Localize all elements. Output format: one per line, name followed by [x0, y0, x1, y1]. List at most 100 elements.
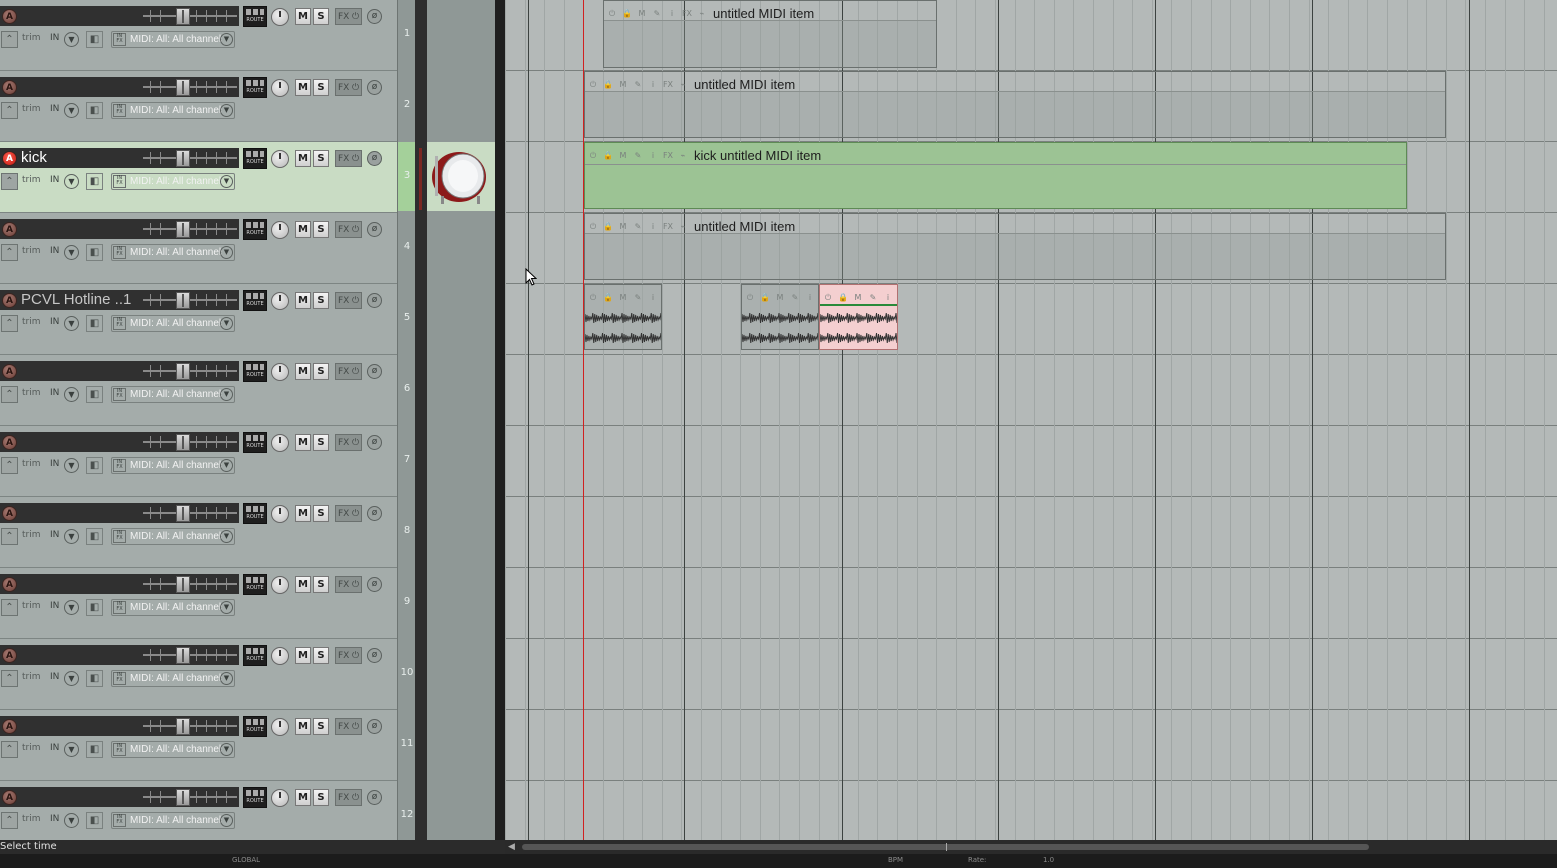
input-dropdown-icon[interactable]: ▼: [64, 600, 79, 615]
track-panel[interactable]: A ROUTE M S FX ⏻ ø ⌃ trim IN ▼ ◧ IN FX MI…: [0, 710, 397, 781]
record-arm-button[interactable]: A: [2, 222, 17, 237]
track-panel[interactable]: A ROUTE M S FX ⏻ ø ⌃ trim IN ▼ ◧ IN FX MI…: [0, 426, 397, 497]
item-info-icon[interactable]: i: [647, 79, 659, 91]
phase-invert-icon[interactable]: ø: [367, 648, 382, 663]
fx-button[interactable]: FX ⏻: [335, 221, 362, 238]
input-dropdown-icon[interactable]: ▼: [64, 529, 79, 544]
volume-fader-handle[interactable]: [176, 647, 190, 664]
lock-icon[interactable]: 🔒: [602, 150, 614, 162]
item-mute-icon[interactable]: M: [774, 292, 786, 304]
chevron-down-icon[interactable]: ▼: [220, 175, 233, 188]
automation-mode-label[interactable]: trim: [22, 672, 41, 682]
solo-button[interactable]: S: [313, 576, 329, 593]
item-power-icon[interactable]: ⏻: [587, 150, 599, 162]
record-input-select[interactable]: IN FX MIDI: All: All channels ▼: [111, 31, 235, 48]
audio-item[interactable]: ⏻ 🔒 M ✎ i: [741, 284, 819, 350]
record-arm-button[interactable]: A: [2, 577, 17, 592]
lock-icon[interactable]: 🔒: [602, 292, 614, 304]
monitor-icon[interactable]: ◧: [86, 812, 103, 829]
fx-button[interactable]: FX ⏻: [335, 79, 362, 96]
monitor-icon[interactable]: ◧: [86, 244, 103, 261]
record-input-select[interactable]: IN FX MIDI: All: All channels ▼: [111, 102, 235, 119]
automation-mode-label[interactable]: trim: [22, 388, 41, 398]
envelope-icon[interactable]: ⌃: [1, 244, 18, 261]
volume-fader-handle[interactable]: [176, 363, 190, 380]
track-panel[interactable]: A ROUTE M S FX ⏻ ø ⌃ trim IN ▼ ◧ IN FX MI…: [0, 568, 397, 639]
envelope-icon[interactable]: ⌃: [1, 315, 18, 332]
record-arm-button[interactable]: A: [2, 364, 17, 379]
item-power-icon[interactable]: ⏻: [587, 79, 599, 91]
input-dropdown-icon[interactable]: ▼: [64, 458, 79, 473]
pan-knob[interactable]: [271, 505, 289, 523]
envelope-icon[interactable]: ⌃: [1, 386, 18, 403]
item-fx-icon[interactable]: FX: [662, 79, 674, 91]
item-mute-icon[interactable]: M: [617, 79, 629, 91]
mute-button[interactable]: M: [295, 363, 311, 380]
record-input-select[interactable]: IN FX MIDI: All: All channels ▼: [111, 386, 235, 403]
monitor-icon[interactable]: ◧: [86, 31, 103, 48]
solo-button[interactable]: S: [313, 505, 329, 522]
input-dropdown-icon[interactable]: ▼: [64, 316, 79, 331]
monitor-icon[interactable]: ◧: [86, 599, 103, 616]
volume-fader-handle[interactable]: [176, 8, 190, 25]
monitor-icon[interactable]: ◧: [86, 528, 103, 545]
item-power-icon[interactable]: ⏻: [744, 292, 756, 304]
volume-fader-track[interactable]: [143, 15, 237, 17]
volume-fader-handle[interactable]: [176, 718, 190, 735]
fx-button[interactable]: FX ⏻: [335, 718, 362, 735]
fx-bypass-icon[interactable]: ⏻: [352, 10, 359, 24]
item-power-icon[interactable]: ⏻: [822, 292, 834, 304]
fx-bypass-icon[interactable]: ⏻: [352, 81, 359, 95]
input-fx-icon[interactable]: IN FX: [113, 672, 126, 685]
input-dropdown-icon[interactable]: ▼: [64, 387, 79, 402]
mute-button[interactable]: M: [295, 79, 311, 96]
phase-invert-icon[interactable]: ø: [367, 364, 382, 379]
fx-button[interactable]: FX ⏻: [335, 434, 362, 451]
item-info-icon[interactable]: i: [647, 150, 659, 162]
volume-fader-track[interactable]: [143, 512, 237, 514]
item-info-icon[interactable]: i: [804, 292, 816, 304]
route-button[interactable]: ROUTE: [243, 219, 267, 240]
phase-invert-icon[interactable]: ø: [367, 790, 382, 805]
track-name[interactable]: kick: [21, 149, 141, 167]
automation-mode-label[interactable]: trim: [22, 317, 41, 327]
midi-item[interactable]: ⏻ 🔒 M ✎ i FX ⌁ untitled MIDI item: [584, 213, 1446, 280]
record-input-select[interactable]: IN FX MIDI: All: All channels ▼: [111, 528, 235, 545]
track-panel[interactable]: A ROUTE M S FX ⏻ ø ⌃ trim IN ▼ ◧ IN FX MI…: [0, 497, 397, 568]
track-name[interactable]: PCVL Hotline ..1: [21, 291, 141, 309]
solo-button[interactable]: S: [313, 363, 329, 380]
input-fx-icon[interactable]: IN FX: [113, 814, 126, 827]
pan-knob[interactable]: [271, 718, 289, 736]
solo-button[interactable]: S: [313, 789, 329, 806]
item-power-icon[interactable]: ⏻: [587, 292, 599, 304]
fx-button[interactable]: FX ⏻: [335, 363, 362, 380]
automation-mode-label[interactable]: trim: [22, 814, 41, 824]
fx-bypass-icon[interactable]: ⏻: [352, 152, 359, 166]
envelope-icon[interactable]: ⌃: [1, 528, 18, 545]
route-button[interactable]: ROUTE: [243, 574, 267, 595]
phase-invert-icon[interactable]: ø: [367, 577, 382, 592]
automation-mode-label[interactable]: trim: [22, 104, 41, 114]
item-info-icon[interactable]: i: [647, 221, 659, 233]
envelope-icon[interactable]: ⌁: [696, 8, 708, 20]
route-button[interactable]: ROUTE: [243, 361, 267, 382]
item-info-icon[interactable]: i: [647, 292, 659, 304]
audio-item[interactable]: ⏻ 🔒 M ✎ i: [584, 284, 662, 350]
input-dropdown-icon[interactable]: ▼: [64, 245, 79, 260]
record-input-select[interactable]: IN FX MIDI: All: All channels ▼: [111, 457, 235, 474]
chevron-down-icon[interactable]: ▼: [220, 672, 233, 685]
input-dropdown-icon[interactable]: ▼: [64, 742, 79, 757]
volume-fader-track[interactable]: [143, 157, 237, 159]
solo-button[interactable]: S: [313, 434, 329, 451]
envelope-icon[interactable]: ⌁: [677, 79, 689, 91]
envelope-icon[interactable]: ⌃: [1, 741, 18, 758]
item-power-icon[interactable]: ⏻: [606, 8, 618, 20]
monitor-icon[interactable]: ◧: [86, 173, 103, 190]
mute-button[interactable]: M: [295, 789, 311, 806]
fx-button[interactable]: FX ⏻: [335, 8, 362, 25]
phase-invert-icon[interactable]: ø: [367, 435, 382, 450]
input-fx-icon[interactable]: IN FX: [113, 246, 126, 259]
mute-button[interactable]: M: [295, 434, 311, 451]
automation-mode-label[interactable]: trim: [22, 459, 41, 469]
track-panel[interactable]: A ROUTE M S FX ⏻ ø ⌃ trim IN ▼ ◧ IN FX MI…: [0, 213, 397, 284]
